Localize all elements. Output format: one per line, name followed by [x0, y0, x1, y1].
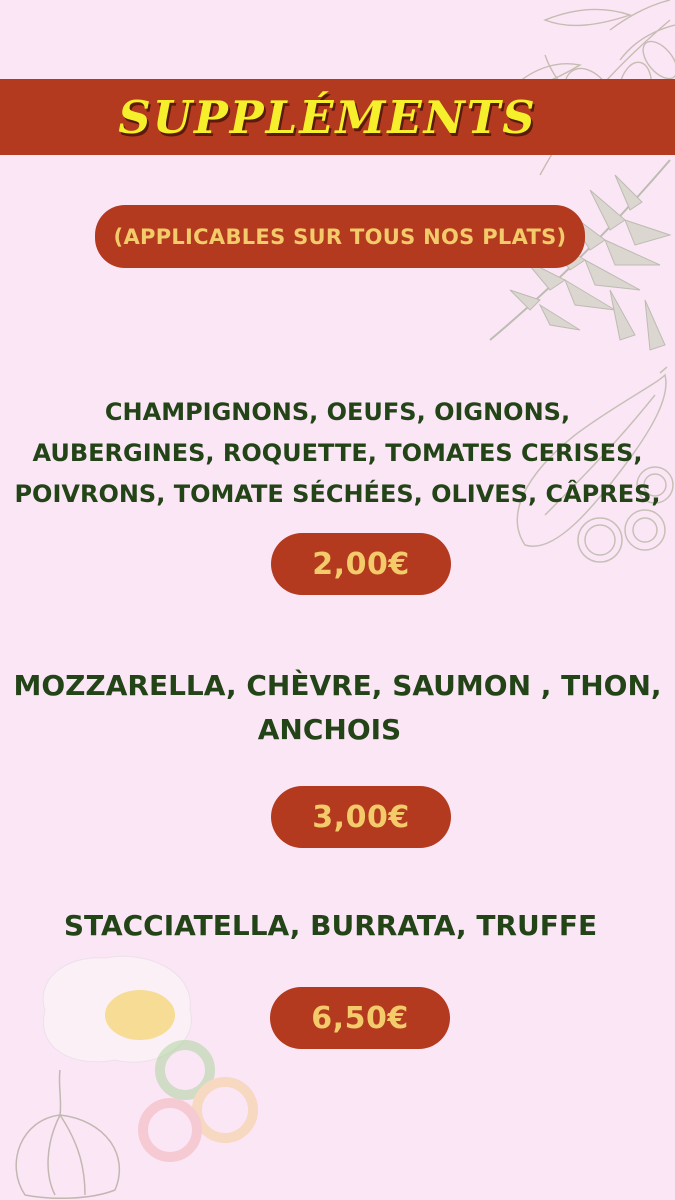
title-banner: SUPPLÉMENTS — [0, 79, 675, 155]
price-value: 6,50€ — [311, 1000, 409, 1036]
menu-page: SUPPLÉMENTS (APPLICABLES SUR TOUS NOS PL… — [0, 0, 675, 1200]
item-line: CHAMPIGNONS, OEUFS, OIGNONS, — [104, 398, 571, 426]
page-title: SUPPLÉMENTS — [118, 90, 537, 144]
price-badge-2: 3,00€ — [271, 786, 451, 848]
item-line: ANCHOIS — [257, 713, 402, 746]
item-line: STACCIATELLA, BURRATA, TRUFFE — [63, 909, 598, 942]
item-line: AUBERGINES, ROQUETTE, TOMATES CERISES, — [32, 439, 643, 467]
price-badge-1: 2,00€ — [271, 533, 451, 595]
supplement-group-1-items: CHAMPIGNONS, OEUFS, OIGNONS, AUBERGINES,… — [0, 392, 675, 515]
item-line: POIVRONS, TOMATE SÉCHÉES, OLIVES, CÂPRES… — [14, 480, 661, 508]
price-value: 3,00€ — [312, 799, 410, 835]
subtitle-pill: (APPLICABLES SUR TOUS NOS PLATS) — [95, 205, 585, 268]
price-value: 2,00€ — [312, 546, 410, 582]
pepper-rings-icon — [138, 1040, 258, 1162]
garlic-icon — [15, 1069, 121, 1200]
supplement-group-2-items: MOZZARELLA, CHÈVRE, SAUMON , THON, ANCHO… — [0, 664, 675, 752]
egg-icon — [42, 955, 192, 1063]
item-line: MOZZARELLA, CHÈVRE, SAUMON , THON, — [13, 669, 662, 702]
price-badge-3: 6,50€ — [270, 987, 450, 1049]
subtitle-text: (APPLICABLES SUR TOUS NOS PLATS) — [113, 224, 567, 249]
supplement-group-3-items: STACCIATELLA, BURRATA, TRUFFE — [0, 904, 675, 948]
